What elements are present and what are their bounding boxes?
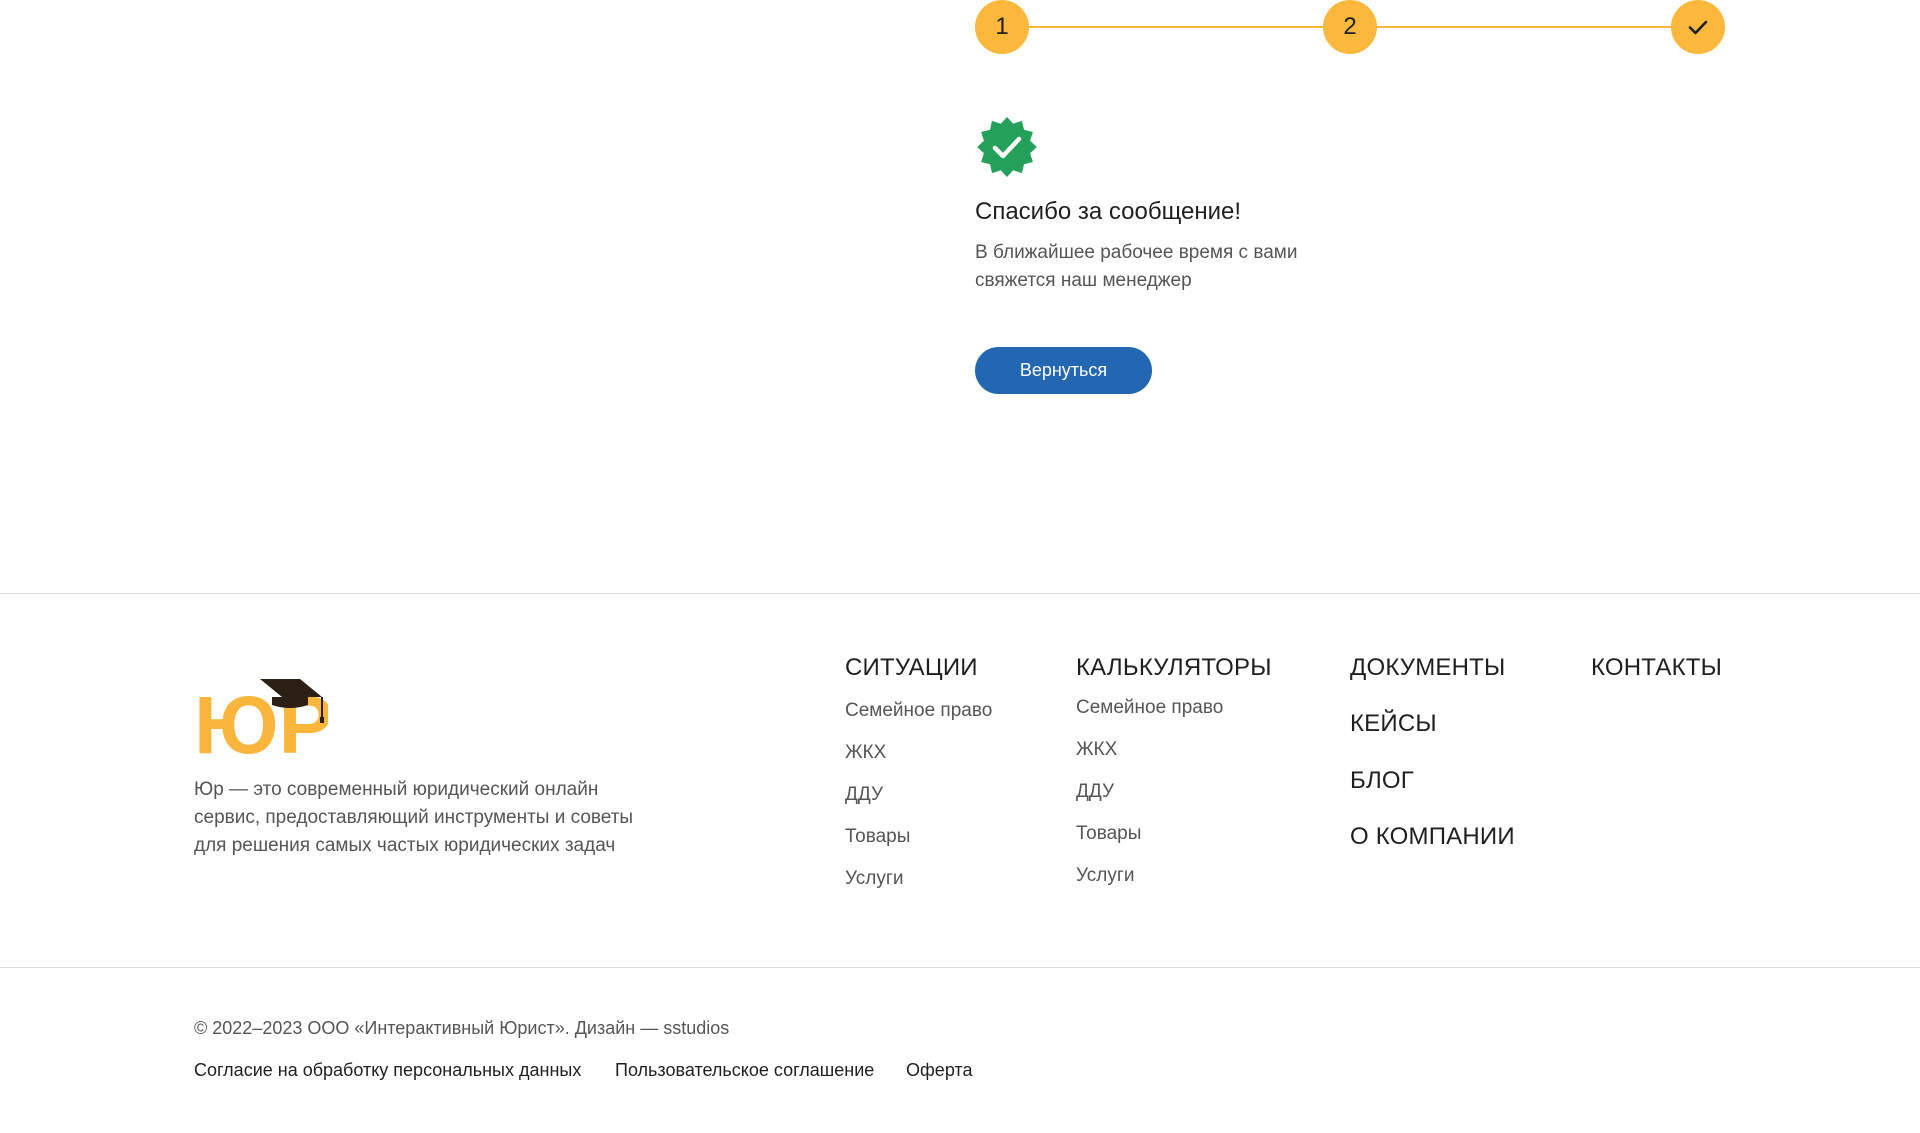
success-message-line: В ближайшее рабочее время с вами (975, 242, 1298, 263)
footer-heading-calculators[interactable]: КАЛЬКУЛЯТОРЫ (1076, 654, 1272, 682)
footer-link-ddu[interactable]: ДДУ (845, 784, 883, 806)
stepper-connector (1377, 26, 1671, 28)
description-line: Юр — это современный юридический онлайн (194, 779, 599, 800)
footer-link-calc-family-law[interactable]: Семейное право (1076, 697, 1223, 719)
stepper-connector (1029, 26, 1323, 28)
footer-link-calc-housing[interactable]: ЖКХ (1076, 739, 1117, 761)
step-2: 2 (1323, 0, 1377, 54)
description-line: для решения самых частых юридических зад… (194, 835, 616, 856)
company-description: Юр — это современный юридический онлайн … (194, 776, 684, 860)
footer-link-family-law[interactable]: Семейное право (845, 700, 992, 722)
footer-bottom-divider (0, 967, 1920, 968)
back-button[interactable]: Вернуться (975, 347, 1152, 394)
success-title: Спасибо за сообщение! (975, 198, 1242, 225)
checkmark-icon (1688, 20, 1708, 35)
footer-link-cases[interactable]: КЕЙСЫ (1350, 710, 1437, 738)
legal-link-offer[interactable]: Оферта (906, 1060, 973, 1081)
footer-link-blog[interactable]: БЛОГ (1350, 767, 1414, 795)
footer-link-calc-goods[interactable]: Товары (1076, 823, 1141, 845)
step-complete (1671, 0, 1725, 54)
footer-heading-situations[interactable]: СИТУАЦИИ (845, 654, 978, 682)
success-message-line: свяжется наш менеджер (975, 270, 1192, 291)
verified-badge-icon (975, 115, 1039, 179)
step-1: 1 (975, 0, 1029, 54)
footer-link-goods[interactable]: Товары (845, 826, 910, 848)
legal-link-user-agreement[interactable]: Пользовательское соглашение (615, 1060, 874, 1081)
footer-divider (0, 593, 1920, 594)
copyright-text: © 2022–2023 ООО «Интерактивный Юрист». Д… (194, 1018, 730, 1038)
footer-link-calc-services[interactable]: Услуги (1076, 865, 1134, 887)
legal-link-personal-data[interactable]: Согласие на обработку персональных данны… (194, 1060, 581, 1081)
footer-link-about[interactable]: О КОМПАНИИ (1350, 823, 1515, 851)
success-message: В ближайшее рабочее время с вами свяжетс… (975, 239, 1355, 295)
footer-link-services[interactable]: Услуги (845, 868, 903, 890)
description-line: сервис, предоставляющий инструменты и со… (194, 807, 634, 828)
footer-link-contacts[interactable]: КОНТАКТЫ (1591, 654, 1722, 682)
footer-link-housing[interactable]: ЖКХ (845, 742, 886, 764)
site-logo[interactable]: ЮР (194, 675, 333, 771)
footer-link-calc-ddu[interactable]: ДДУ (1076, 781, 1114, 803)
footer-link-documents[interactable]: ДОКУМЕНТЫ (1350, 654, 1505, 682)
progress-stepper: 1 2 (975, 0, 1725, 56)
